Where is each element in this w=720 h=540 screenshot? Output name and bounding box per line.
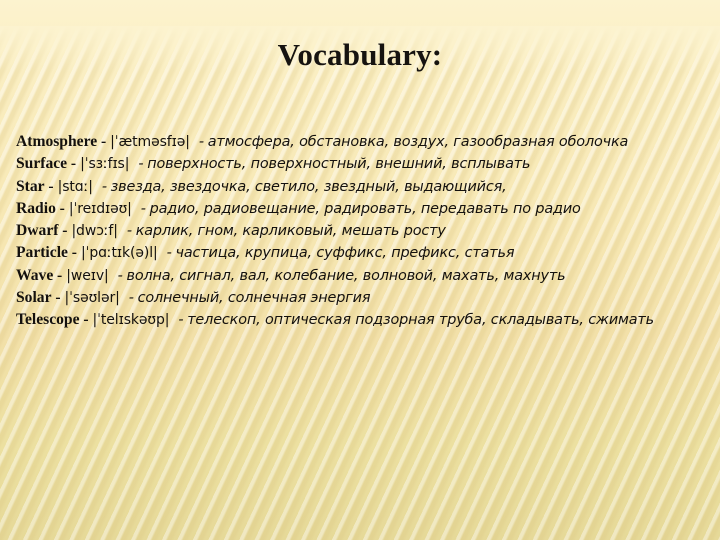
vocabulary-transcription: |stɑː| [57, 178, 93, 195]
vocabulary-term: Atmosphere [16, 133, 98, 150]
vocabulary-term: Particle [16, 244, 68, 262]
vocabulary-term-separator: - [71, 244, 77, 262]
vocabulary-translation: поверхность, поверхностный, внешний, всп… [147, 156, 531, 173]
vocabulary-entry: Particle - |ˈpɑːtɪk(ə)l| - частица, крупиц… [16, 242, 712, 264]
vocabulary-transcription: |ˈtelɪskəʊp| [92, 312, 170, 329]
vocabulary-entry: Atmosphere - |ˈætməsfɪə| - атмосфера, обст… [16, 131, 712, 153]
vocabulary-translation: солнечный, солнечная энергия [137, 290, 371, 307]
vocabulary-transcription: |ˈsəʊlər| [64, 290, 120, 307]
vocabulary-term: Surface [16, 155, 68, 173]
vocabulary-term: Solar [16, 289, 52, 307]
vocabulary-term: Radio [16, 199, 56, 217]
vocabulary-entry: Star - |stɑː| - звезда, звездочка, светило… [16, 176, 712, 198]
vocabulary-translation-separator: - [117, 267, 123, 284]
vocabulary-entry: Surface - |ˈsɜːfɪs| - поверхность, поверхн… [16, 153, 712, 175]
vocabulary-entry: Solar - |ˈsəʊlər| - солнечный, солнечная э… [16, 287, 712, 309]
vocabulary-translation: звезда, звездочка, светило, звездный, вы… [110, 178, 507, 195]
vocabulary-term: Dwarf [16, 222, 59, 240]
vocabulary-term-separator: - [100, 133, 107, 150]
vocabulary-transcription: |ˈreɪdɪəʊ| [68, 200, 132, 217]
vocabulary-entry: Radio - |ˈreɪdɪəʊ| - радио, радиовещание, … [16, 198, 712, 220]
vocabulary-term-separator: - [59, 199, 65, 217]
vocabulary-translation-separator: - [126, 223, 132, 240]
vocabulary-translation: телескоп, оптическая подзорная труба, ск… [187, 312, 654, 329]
vocabulary-term-separator: - [57, 266, 63, 284]
vocabulary-transcription: |dwɔːf| [71, 223, 118, 240]
slide-content: Vocabulary: Atmosphere - |ˈætməsfɪə| - атм… [0, 0, 720, 540]
vocabulary-transcription: |ˈsɜːfɪs| [80, 156, 130, 173]
vocabulary-translation-separator: - [140, 200, 146, 217]
vocabulary-translation-separator: - [178, 312, 184, 329]
vocabulary-term-separator: - [62, 222, 68, 240]
vocabulary-translation-separator: - [166, 245, 172, 262]
vocabulary-entry: Telescope - |ˈtelɪskəʊp| - телескоп, оптич… [16, 309, 712, 331]
vocabulary-entry: Wave - |weɪv| - волна, сигнал, вал, колеба… [16, 265, 712, 287]
vocabulary-list: Atmosphere - |ˈætməsfɪə| - атмосфера, обст… [16, 131, 712, 332]
vocabulary-term-separator: - [83, 311, 89, 329]
vocabulary-transcription: |ˈpɑːtɪk(ə)l| [80, 245, 158, 262]
vocabulary-term: Telescope [16, 311, 80, 329]
vocabulary-term-separator: - [55, 289, 61, 307]
vocabulary-entry: Dwarf - |dwɔːf| - карлик, гном, карликовый… [16, 220, 712, 242]
page-title: Vocabulary: [277, 37, 443, 72]
vocabulary-translation: частица, крупица, суффикс, префикс, стат… [175, 245, 515, 262]
vocabulary-translation: атмосфера, обстановка, воздух, газообраз… [207, 134, 629, 150]
vocabulary-translation: радио, радиовещание, радировать, передав… [149, 200, 581, 217]
vocabulary-term-separator: - [48, 177, 54, 195]
vocabulary-translation: волна, сигнал, вал, колебание, волновой,… [126, 267, 566, 284]
vocabulary-translation: карлик, гном, карликовый, мешать росту [135, 223, 446, 240]
vocabulary-term: Star [16, 177, 45, 195]
vocabulary-term: Wave [16, 266, 54, 284]
vocabulary-transcription: |ˈætməsfɪə| [110, 134, 190, 150]
vocabulary-translation-separator: - [138, 156, 144, 173]
vocabulary-translation-separator: - [128, 290, 134, 307]
vocabulary-translation-separator: - [101, 178, 107, 195]
presentation-slide: Vocabulary: Atmosphere - |ˈætməsfɪə| - атм… [0, 0, 720, 540]
vocabulary-term-separator: - [70, 155, 77, 173]
vocabulary-translation-separator: - [198, 134, 204, 150]
vocabulary-transcription: |weɪv| [66, 267, 109, 284]
